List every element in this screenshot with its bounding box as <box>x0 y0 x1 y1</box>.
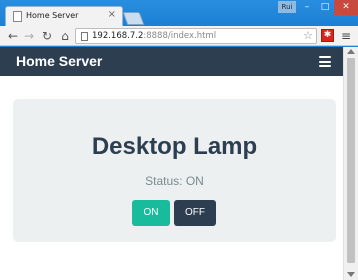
hamburger-menu-icon[interactable] <box>319 56 331 67</box>
device-title: Desktop Lamp <box>91 133 258 160</box>
off-button[interactable]: OFF <box>174 200 216 226</box>
home-icon[interactable]: ⌂ <box>58 28 72 44</box>
address-bar[interactable]: 192.168.7.2:8888/index.html ☆ <box>75 28 317 44</box>
scroll-up-arrow-icon[interactable] <box>347 49 355 54</box>
tab-title: Home Server <box>26 11 79 20</box>
hamburger-bar <box>319 56 331 58</box>
device-status: Status: ON <box>145 174 204 188</box>
device-panel: Desktop Lamp Status: ON ON OFF <box>13 99 336 242</box>
page-info-icon[interactable] <box>81 32 88 41</box>
hamburger-bar <box>319 65 331 67</box>
new-tab-button[interactable] <box>122 12 145 25</box>
maximize-button[interactable]: □ <box>316 0 334 15</box>
scroll-thumb[interactable] <box>347 58 355 263</box>
profile-badge[interactable]: Rui <box>278 1 296 13</box>
hamburger-bar <box>319 60 331 63</box>
on-button[interactable]: ON <box>132 200 170 226</box>
page-viewport: Home Server Desktop Lamp Status: ON ON O… <box>0 47 358 280</box>
forward-arrow-icon[interactable]: → <box>22 28 36 44</box>
minimize-button[interactable]: – <box>298 0 316 15</box>
close-window-button[interactable]: ✕ <box>334 0 358 15</box>
site-navbar: Home Server <box>0 47 343 76</box>
extension-icon[interactable]: ✱ <box>321 29 334 42</box>
back-arrow-icon[interactable]: ← <box>6 28 20 44</box>
scroll-down-arrow-icon[interactable] <box>347 272 355 277</box>
browser-menu-icon[interactable]: ≡ <box>339 28 353 44</box>
tab-close-icon[interactable]: × <box>108 9 116 20</box>
browser-toolbar: ← → ↻ ⌂ 192.168.7.2:8888/index.html ☆ ✱ … <box>0 26 358 46</box>
reload-icon[interactable]: ↻ <box>40 28 54 44</box>
vertical-scrollbar[interactable] <box>343 47 358 280</box>
url-host: 192.168.7.2 <box>92 31 144 41</box>
browser-tab[interactable]: Home Server × <box>5 6 123 27</box>
url-path: :8888/index.html <box>143 31 217 41</box>
url-text: 192.168.7.2:8888/index.html <box>92 31 216 41</box>
navbar-brand[interactable]: Home Server <box>16 53 102 69</box>
window-titlebar: Home Server × Rui – □ ✕ <box>0 0 358 27</box>
bookmark-star-icon[interactable]: ☆ <box>303 29 313 42</box>
page-favicon-icon <box>13 11 22 22</box>
